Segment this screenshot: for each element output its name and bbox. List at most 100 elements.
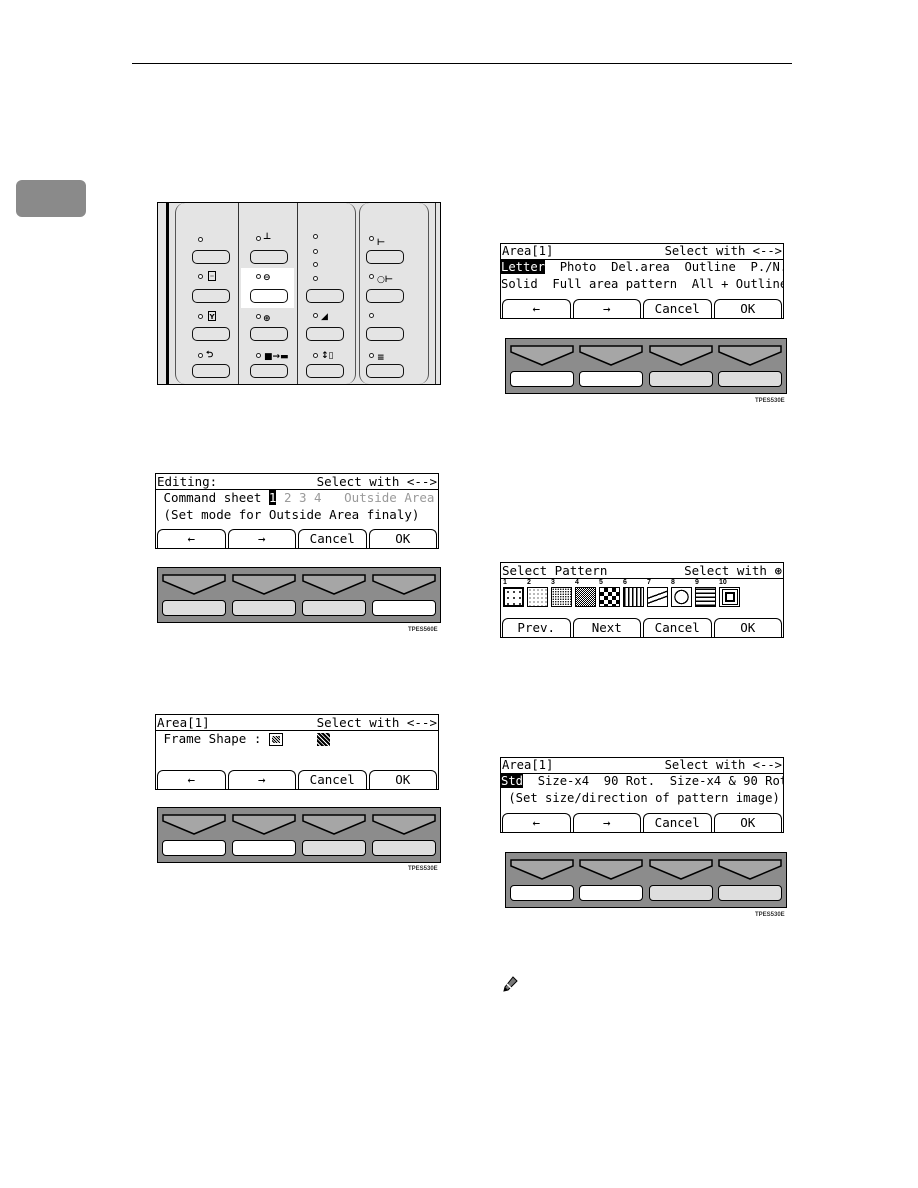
hardware-softkey[interactable] xyxy=(648,344,713,389)
pattern-vertical-lines[interactable]: 6 xyxy=(623,579,644,609)
softkey-button[interactable] xyxy=(648,885,713,901)
hardware-softkey[interactable] xyxy=(510,344,574,389)
pattern-smiley[interactable]: 8 xyxy=(671,579,692,609)
softkey-button[interactable] xyxy=(162,600,226,616)
size-options[interactable]: Size-x4 90 Rot. Size-x4 & 90 Rot. xyxy=(523,774,783,788)
softkey-button[interactable] xyxy=(232,600,296,616)
panel-key[interactable] xyxy=(366,250,404,264)
panel-key[interactable] xyxy=(250,327,288,341)
pattern-swatch[interactable] xyxy=(503,587,524,607)
cancel-softkey[interactable]: Cancel xyxy=(643,813,712,832)
panel-key[interactable] xyxy=(366,289,404,303)
panel-key[interactable] xyxy=(306,327,344,341)
softkey-button[interactable] xyxy=(372,840,436,856)
hardware-softkey[interactable] xyxy=(232,573,296,618)
pattern-swatch[interactable] xyxy=(647,587,668,607)
pattern-swatch[interactable] xyxy=(599,587,620,607)
panel-key[interactable] xyxy=(306,289,344,303)
softkey-button[interactable] xyxy=(302,840,366,856)
ok-softkey[interactable]: OK xyxy=(713,299,782,318)
softkey-button[interactable] xyxy=(510,371,574,387)
softkey-button[interactable] xyxy=(717,885,782,901)
hardware-softkey[interactable] xyxy=(162,573,226,618)
left-arrow-softkey[interactable]: ← xyxy=(157,770,226,789)
pattern-swatch[interactable] xyxy=(575,587,596,607)
pattern-swatch[interactable] xyxy=(623,587,644,607)
pattern-swatch[interactable] xyxy=(671,587,692,607)
lcd-frame-shape: Area[1] Select with <--> Frame Shape : ←… xyxy=(155,714,439,790)
mode-options[interactable]: Photo Del.area Outline P./N. xyxy=(545,260,783,274)
pattern-diagonal-band[interactable]: 7 xyxy=(647,579,668,609)
right-arrow-softkey[interactable]: → xyxy=(572,299,641,318)
pattern-fine-dots[interactable]: 2 xyxy=(527,579,548,609)
right-arrow-softkey[interactable]: → xyxy=(227,770,296,789)
panel-key[interactable] xyxy=(250,250,288,264)
panel-key[interactable] xyxy=(250,364,288,378)
cancel-softkey[interactable]: Cancel xyxy=(298,529,367,548)
frame-shape-option[interactable] xyxy=(316,733,330,746)
panel-key[interactable] xyxy=(192,364,230,378)
softkey-button[interactable] xyxy=(162,840,226,856)
pattern-swatch[interactable] xyxy=(695,587,716,607)
hardware-softkey[interactable] xyxy=(717,344,782,389)
pattern-blocks[interactable]: 5 xyxy=(599,579,620,609)
panel-key[interactable] xyxy=(192,250,230,264)
ok-softkey[interactable]: OK xyxy=(368,529,437,548)
left-arrow-softkey[interactable]: ← xyxy=(502,299,571,318)
cancel-softkey[interactable]: Cancel xyxy=(643,618,712,637)
panel-key[interactable] xyxy=(192,327,230,341)
hardware-softkey[interactable] xyxy=(579,858,644,903)
hardware-softkey[interactable] xyxy=(717,858,782,903)
pattern-swatch[interactable] xyxy=(527,587,548,607)
lcd-hint: Select with <--> xyxy=(664,758,782,772)
pattern-swatch[interactable] xyxy=(719,587,740,607)
panel-key[interactable] xyxy=(366,364,404,378)
ok-softkey[interactable]: OK xyxy=(713,618,782,637)
softkey-button[interactable] xyxy=(232,840,296,856)
softkey-button[interactable] xyxy=(579,885,644,901)
pattern-dense-dots[interactable]: 3 xyxy=(551,579,572,609)
softkey-button[interactable] xyxy=(717,371,782,387)
left-arrow-softkey[interactable]: ← xyxy=(157,529,226,548)
lcd-line[interactable]: Solid Full area pattern All + Outline xyxy=(501,277,783,294)
image-editing-key[interactable] xyxy=(250,289,288,303)
ok-softkey[interactable]: OK xyxy=(368,770,437,789)
hardware-softkey[interactable] xyxy=(648,858,713,903)
prev-softkey[interactable]: Prev. xyxy=(502,618,571,637)
ok-softkey[interactable]: OK xyxy=(713,813,782,832)
hardware-softkey[interactable] xyxy=(302,573,366,618)
right-arrow-softkey[interactable]: → xyxy=(572,813,641,832)
hardware-softkey[interactable] xyxy=(162,813,226,858)
selected-option[interactable]: Std xyxy=(501,774,524,788)
dim-options[interactable]: 2 3 4 Outside Area xyxy=(276,490,435,505)
softkey-button[interactable] xyxy=(372,600,436,616)
panel-key[interactable] xyxy=(306,364,344,378)
next-softkey[interactable]: Next xyxy=(572,618,641,637)
frame-shape-option-selected[interactable] xyxy=(268,733,283,746)
pattern-nested-squares[interactable]: 10 xyxy=(719,579,740,609)
hardware-softkey[interactable] xyxy=(510,858,574,903)
indicator-led xyxy=(313,234,318,239)
hardware-softkey[interactable] xyxy=(372,573,436,618)
header-rule xyxy=(132,63,792,64)
softkey-button[interactable] xyxy=(302,600,366,616)
hardware-softkey[interactable] xyxy=(372,813,436,858)
selected-option[interactable]: Letter xyxy=(501,260,546,274)
pattern-dashed-dots[interactable]: 1 xyxy=(503,579,524,609)
right-arrow-softkey[interactable]: → xyxy=(227,529,296,548)
panel-key[interactable] xyxy=(366,327,404,341)
cancel-softkey[interactable]: Cancel xyxy=(643,299,712,318)
pattern-swatch[interactable] xyxy=(551,587,572,607)
left-arrow-softkey[interactable]: ← xyxy=(502,813,571,832)
pattern-grid-lines[interactable]: 9 xyxy=(695,579,716,609)
cancel-softkey[interactable]: Cancel xyxy=(298,770,367,789)
softkey-button[interactable] xyxy=(579,371,644,387)
softkey-button[interactable] xyxy=(648,371,713,387)
hardware-softkey[interactable] xyxy=(232,813,296,858)
chevron-down-icon xyxy=(232,574,296,595)
panel-key[interactable] xyxy=(192,289,230,303)
softkey-button[interactable] xyxy=(510,885,574,901)
hardware-softkey[interactable] xyxy=(302,813,366,858)
hardware-softkey[interactable] xyxy=(579,344,644,389)
pattern-checker[interactable]: 4 xyxy=(575,579,596,609)
